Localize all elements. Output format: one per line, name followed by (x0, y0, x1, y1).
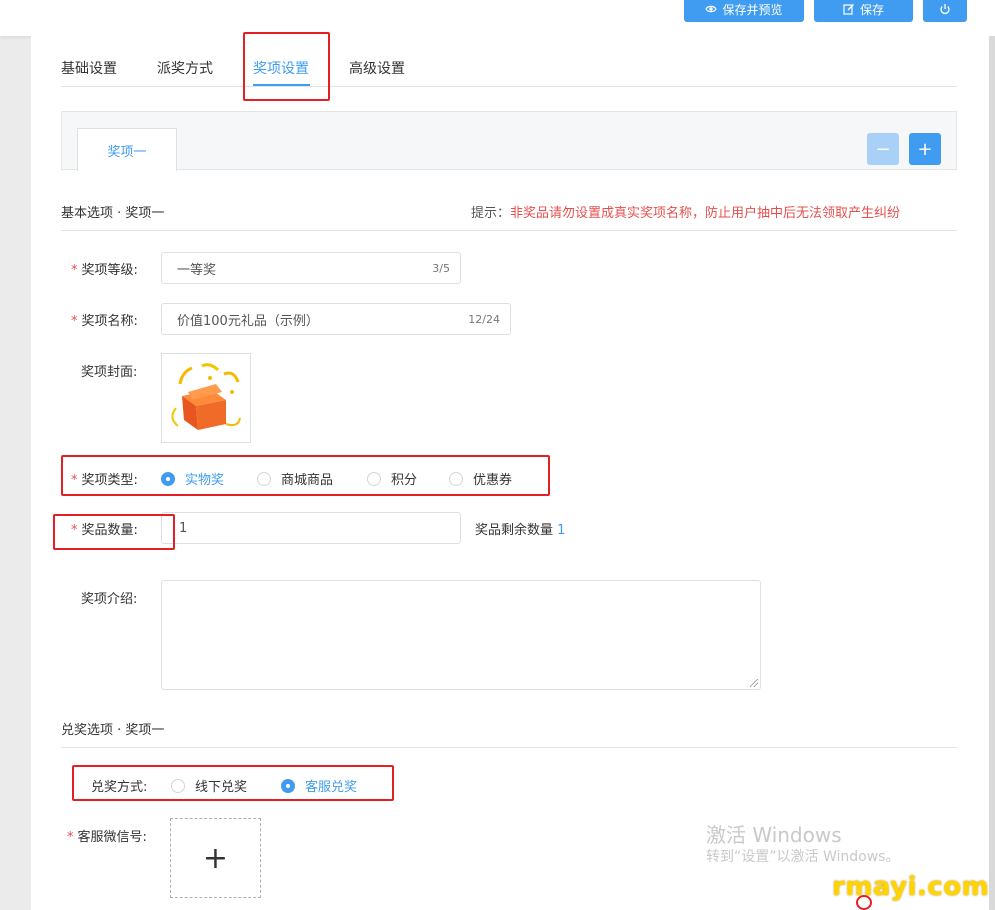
service-wechat-label: * 客服微信号: (67, 826, 147, 845)
annotation-box-tab (243, 32, 330, 101)
prize-name-count: 12/24 (468, 312, 500, 326)
section-divider (61, 747, 957, 748)
resize-grip-icon[interactable] (750, 679, 758, 687)
prize-tab-1[interactable]: 奖项一 (77, 128, 177, 171)
windows-activation-title: 激活 Windows (706, 823, 842, 847)
required-mark: * (71, 314, 78, 329)
tabs-divider (61, 86, 957, 87)
remaining-quantity-value: 1 (557, 523, 566, 538)
plus-icon: + (917, 138, 933, 160)
eye-icon (705, 5, 718, 13)
prize-intro-textarea[interactable] (161, 580, 761, 690)
prize-level-label: * 奖项等级: (71, 259, 138, 278)
redeem-section-title: 兑奖选项 · 奖项一 (61, 723, 165, 738)
prize-intro-label: 奖项介绍: (81, 592, 138, 607)
windows-activation-subtitle: 转到“设置”以激活 Windows。 (706, 849, 900, 865)
prize-level-count: 3/5 (432, 261, 450, 275)
section-divider (61, 230, 957, 231)
plus-icon: + (202, 840, 229, 876)
add-prize-button[interactable]: + (909, 133, 941, 165)
power-icon (940, 4, 950, 15)
prize-cover-image[interactable] (161, 353, 251, 443)
prize-level-label-text: 奖项等级: (81, 263, 138, 278)
prize-level-value: 一等奖 (177, 262, 217, 278)
wechat-qr-upload[interactable]: + (170, 818, 261, 898)
save-button[interactable]: 保存 (814, 0, 913, 22)
remove-prize-button[interactable]: − (867, 133, 899, 165)
basic-section-title: 基本选项 · 奖项一 (61, 206, 165, 221)
prize-tabs-bar (61, 111, 957, 170)
prize-name-label: * 奖项名称: (71, 310, 138, 329)
required-mark: * (67, 830, 74, 845)
hint: 提示：非奖品请勿设置成真实奖项名称，防止用户抽中后无法领取产生纠纷 (471, 202, 900, 221)
tab-basic-settings[interactable]: 基础设置 (61, 58, 117, 78)
annotation-box-redeem-method (72, 765, 394, 801)
service-wechat-label-text: 客服微信号: (77, 830, 147, 845)
prize-name-label-text: 奖项名称: (81, 314, 138, 329)
tab-advanced-settings[interactable]: 高级设置 (349, 58, 405, 78)
prize-name-value: 价值100元礼品（示例） (177, 313, 319, 329)
gift-box-icon (171, 363, 241, 430)
required-mark: * (71, 263, 78, 278)
tab-award-method[interactable]: 派奖方式 (157, 58, 213, 78)
save-and-preview-label: 保存并预览 (722, 2, 783, 17)
annotation-box-prize-type (61, 455, 550, 496)
save-label: 保存 (859, 2, 884, 17)
prize-quantity-input[interactable]: 1 (161, 512, 461, 544)
tray-icon[interactable] (856, 895, 872, 910)
save-and-preview-button[interactable]: 保存并预览 (684, 0, 804, 22)
prize-name-input[interactable]: 价值100元礼品（示例） 12/24 (161, 303, 511, 335)
prize-quantity-value: 1 (179, 520, 188, 536)
edit-icon (843, 4, 854, 15)
hint-text: 非奖品请勿设置成真实奖项名称，防止用户抽中后无法领取产生纠纷 (510, 206, 901, 221)
prize-cover-label: 奖项封面: (81, 365, 138, 380)
site-watermark: rmayi.com (832, 872, 990, 902)
remaining-quantity-label: 奖品剩余数量 (475, 523, 554, 538)
hint-label: 提示： (471, 206, 511, 221)
prize-tab-label: 奖项一 (107, 144, 147, 160)
prize-level-input[interactable]: 一等奖 3/5 (161, 252, 461, 284)
annotation-box-quantity (53, 514, 175, 550)
scrollbar-track[interactable] (989, 36, 995, 910)
minus-icon: − (875, 138, 891, 160)
remaining-quantity: 奖品剩余数量 1 (475, 519, 565, 538)
power-button[interactable] (923, 0, 967, 22)
